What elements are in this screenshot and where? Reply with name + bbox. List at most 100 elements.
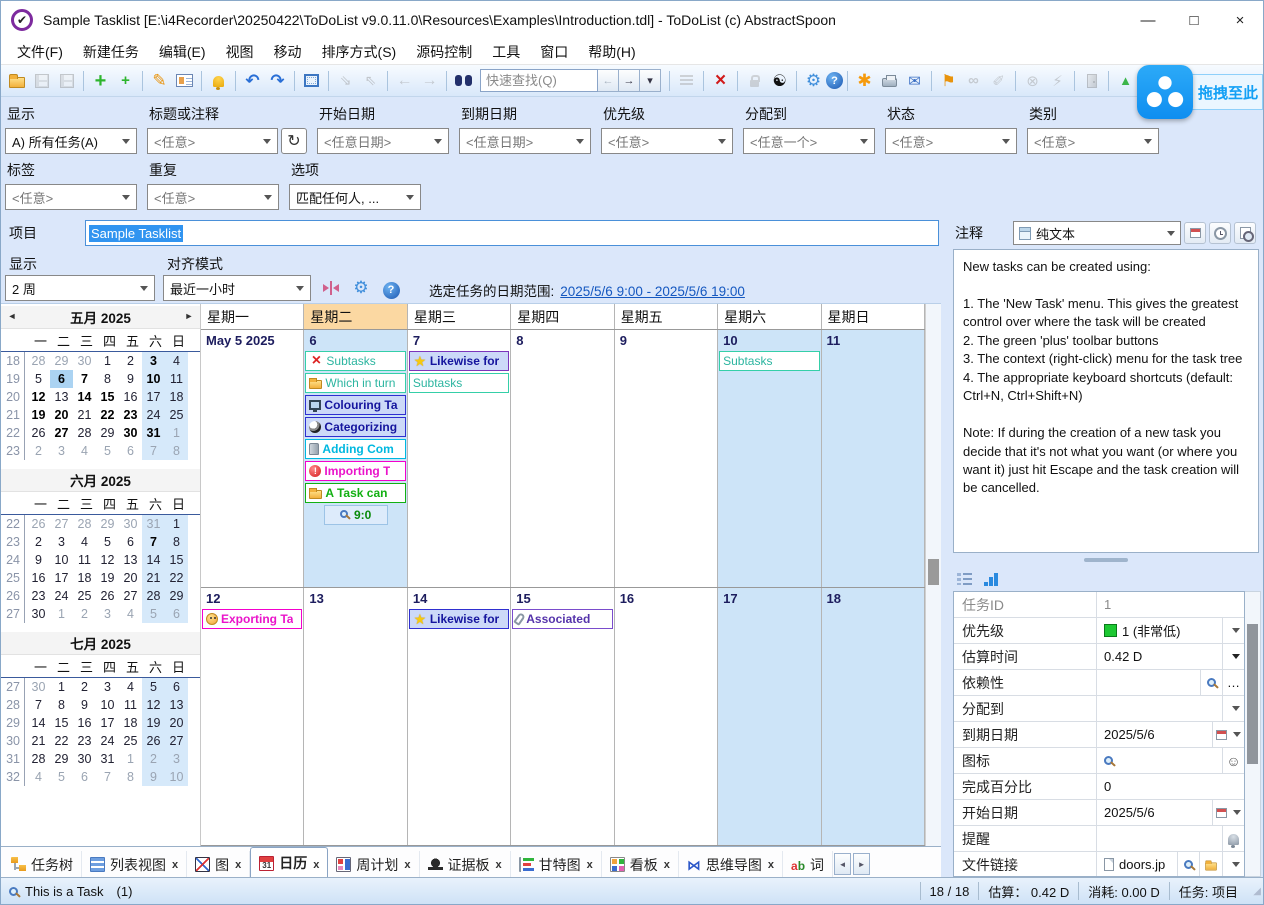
filter-combo-due-date[interactable]: <任意日期> <box>459 128 591 154</box>
filter-combo-options[interactable]: 匹配任何人, ... <box>289 184 421 210</box>
mini-day[interactable]: 4 <box>27 768 50 786</box>
filter-combo-category[interactable]: <任意> <box>1027 128 1159 154</box>
mini-day[interactable]: 25 <box>165 406 188 424</box>
attr-bell-button[interactable] <box>1222 826 1244 851</box>
weekday-header-3[interactable]: 星期三 <box>408 304 511 329</box>
quick-search-input[interactable] <box>480 69 598 92</box>
filter-combo-recurrence[interactable]: <任意> <box>147 184 279 210</box>
attr-value-reminder[interactable] <box>1097 826 1222 851</box>
email-icon[interactable]: ✉ <box>902 68 927 93</box>
mini-day[interactable]: 10 <box>165 768 188 786</box>
mini-day[interactable]: 19 <box>96 569 119 587</box>
mini-day[interactable]: 3 <box>50 533 73 551</box>
mini-day[interactable]: 16 <box>73 714 96 732</box>
mini-day[interactable]: 12 <box>142 696 165 714</box>
mini-day[interactable]: 15 <box>50 714 73 732</box>
weekday-header-5[interactable]: 星期五 <box>615 304 718 329</box>
next-month-icon[interactable]: ► <box>181 311 197 321</box>
close-button[interactable]: × <box>1217 1 1263 39</box>
attribute-scrollbar[interactable] <box>1245 591 1261 877</box>
task-item[interactable]: A Task can <box>305 483 405 503</box>
mini-day[interactable]: 7 <box>96 768 119 786</box>
mini-day[interactable]: 7 <box>142 533 165 551</box>
minimize-button[interactable]: — <box>1125 1 1171 39</box>
menu-item-2[interactable]: 新建任务 <box>73 39 149 65</box>
menu-item-10[interactable]: 帮助(H) <box>578 39 645 65</box>
insert-datetime-button[interactable] <box>1234 222 1256 244</box>
mini-day[interactable]: 28 <box>27 352 50 370</box>
scrollbar-thumb[interactable] <box>928 559 939 585</box>
filter-combo-allocated-to[interactable]: <任意一个> <box>743 128 875 154</box>
open-tasklist-icon[interactable] <box>4 68 29 93</box>
mini-day[interactable]: 26 <box>27 424 50 442</box>
mini-day[interactable]: 30 <box>27 605 50 623</box>
attr-value-percent-done[interactable]: 0 <box>1097 774 1244 799</box>
filter-combo-priority[interactable]: <任意> <box>601 128 733 154</box>
attr-mag-button[interactable] <box>1177 852 1199 877</box>
tab-scroll-left-button[interactable]: ◄ <box>834 853 851 875</box>
upgrade-icon[interactable]: ▲ <box>1113 68 1138 93</box>
mini-day[interactable]: 16 <box>27 569 50 587</box>
netdisk-drop-overlay[interactable]: 拖拽至此 <box>1137 65 1263 119</box>
mini-day[interactable]: 23 <box>119 406 142 424</box>
new-subtask-icon[interactable]: + <box>113 68 138 93</box>
flag-icon[interactable]: ⚑ <box>936 68 961 93</box>
task-item[interactable]: Likewise for <box>409 609 509 629</box>
day-cell[interactable]: 14Likewise for <box>408 588 511 845</box>
mini-day[interactable]: 7 <box>27 696 50 714</box>
task-item[interactable]: Importing T <box>305 461 405 481</box>
mini-day[interactable]: 8 <box>96 370 119 388</box>
menu-item-5[interactable]: 移动 <box>264 39 312 65</box>
mini-day[interactable]: 27 <box>165 732 188 750</box>
mini-day[interactable]: 5 <box>27 370 50 388</box>
task-item[interactable]: Subtasks <box>305 351 405 371</box>
mini-day[interactable]: 18 <box>119 714 142 732</box>
mini-day[interactable]: 3 <box>142 352 165 370</box>
mini-day[interactable]: 6 <box>50 370 73 388</box>
filter-combo-tag[interactable]: <任意> <box>5 184 137 210</box>
mini-day[interactable]: 31 <box>142 424 165 442</box>
mini-day[interactable]: 17 <box>96 714 119 732</box>
mini-day[interactable]: 1 <box>96 352 119 370</box>
close-tab-icon[interactable]: x <box>587 859 593 873</box>
mini-day[interactable]: 8 <box>165 442 188 460</box>
mini-day[interactable]: 2 <box>73 678 96 696</box>
mini-day[interactable]: 11 <box>73 551 96 569</box>
search-forward-button[interactable]: → <box>619 69 640 92</box>
tab-任务树[interactable]: 任务树 <box>3 851 82 879</box>
attr-value-dependency[interactable] <box>1097 670 1200 695</box>
tab-思维导图[interactable]: 思维导图x <box>679 851 783 879</box>
mini-day[interactable]: 4 <box>119 605 142 623</box>
mini-day[interactable]: 27 <box>50 424 73 442</box>
mini-day[interactable]: 20 <box>165 714 188 732</box>
day-cell[interactable]: 10Subtasks <box>718 330 821 587</box>
weekday-header-1[interactable]: 星期一 <box>201 304 304 329</box>
mini-day[interactable]: 30 <box>119 515 142 533</box>
attr-spin-button[interactable] <box>1222 644 1244 669</box>
attr-chevron-button[interactable] <box>1222 696 1244 721</box>
attr-caldrop-button[interactable] <box>1212 800 1244 825</box>
mini-day[interactable]: 23 <box>27 587 50 605</box>
mini-day[interactable]: 29 <box>165 587 188 605</box>
task-item[interactable]: Subtasks <box>409 373 509 393</box>
weekday-header-7[interactable]: 星期日 <box>822 304 925 329</box>
vertical-splitter[interactable] <box>941 217 949 877</box>
mini-day[interactable]: 17 <box>50 569 73 587</box>
close-tab-icon[interactable]: x <box>172 859 178 873</box>
mini-day[interactable]: 6 <box>119 533 142 551</box>
mini-day[interactable]: 28 <box>142 587 165 605</box>
menu-item-9[interactable]: 窗口 <box>530 39 578 65</box>
mini-day[interactable]: 3 <box>50 442 73 460</box>
mini-day[interactable]: 25 <box>119 732 142 750</box>
mini-day[interactable]: 6 <box>73 768 96 786</box>
day-cell[interactable]: 17 <box>718 588 821 845</box>
calendar-preferences-icon[interactable]: ⚙ <box>349 276 373 300</box>
mini-day[interactable]: 22 <box>165 569 188 587</box>
task-item[interactable]: Exporting Ta <box>202 609 302 629</box>
redo-icon[interactable]: ↷ <box>265 68 290 93</box>
mini-day[interactable]: 13 <box>119 551 142 569</box>
mini-day[interactable]: 5 <box>50 768 73 786</box>
help-icon[interactable]: ? <box>826 72 843 89</box>
mini-day[interactable]: 29 <box>96 424 119 442</box>
attr-smiley-button[interactable]: ☺ <box>1222 748 1244 773</box>
